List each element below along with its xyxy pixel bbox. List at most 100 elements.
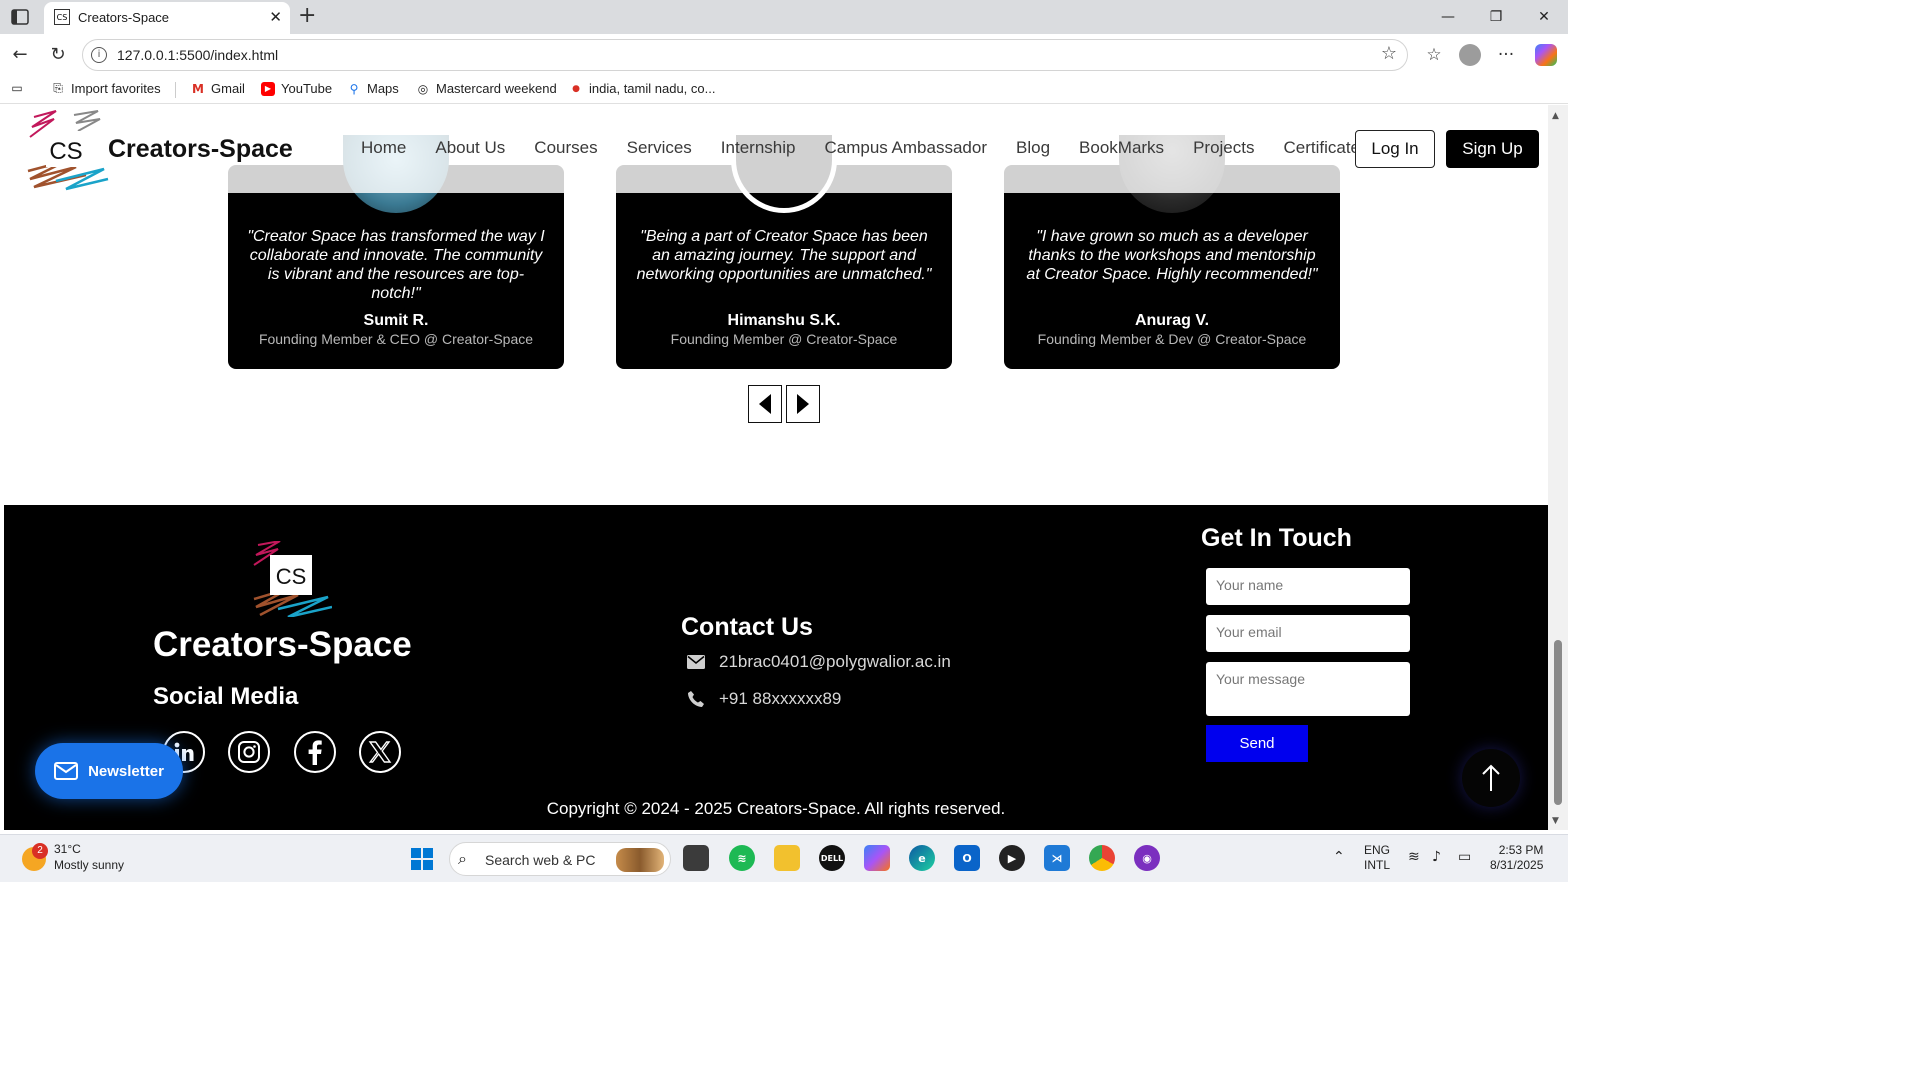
scroll-down-arrow-icon[interactable]: ▼ [1552,816,1559,826]
nav-blog[interactable]: Blog [1016,138,1050,158]
contact-email[interactable]: 21brac0401@polygwalior.ac.in [687,652,951,672]
copyright-text: Copyright © 2024 - 2025 Creators-Space. … [546,799,1006,818]
contact-message-textarea[interactable]: Your message [1206,662,1410,716]
vscode-icon[interactable]: ⋊ [1044,845,1070,871]
close-tab-icon[interactable]: ✕ [269,8,282,26]
send-button[interactable]: Send [1206,725,1308,762]
favorites-icon[interactable]: ☆ [1422,43,1446,67]
site-info-icon[interactable]: i [91,47,107,63]
footer-brand: Creators-Space [153,625,412,664]
login-button[interactable]: Log In [1355,130,1435,168]
bookmarks-bar: ▭ ⎘ Import favorites M Gmail ▶ YouTube ⚲ Map… [0,76,1568,104]
contact-email-input[interactable]: Your email [1206,615,1410,652]
profile-icon[interactable] [1458,43,1482,67]
site-brand[interactable]: Creators-Space [108,135,293,164]
bookmark-separator [175,82,176,98]
nav-services[interactable]: Services [627,138,692,158]
page-viewport: "Creator Space has transformed the way I… [4,105,1548,830]
nav-bookmarks[interactable]: BookMarks [1079,138,1164,158]
reload-icon[interactable]: ↻ [46,42,70,66]
contact-phone[interactable]: +91 88xxxxxx89 [687,689,841,709]
nav-about-us[interactable]: About Us [435,138,505,158]
signup-button[interactable]: Sign Up [1446,130,1539,168]
copilot-icon[interactable] [1534,43,1558,67]
carousel-next-button[interactable] [786,385,820,423]
nav-courses[interactable]: Courses [534,138,597,158]
arrow-right-icon [797,394,809,414]
tab-title: Creators-Space [78,10,170,25]
bookmark-import-favorites[interactable]: ⎘ Import favorites [51,81,160,96]
file-explorer-icon[interactable] [774,845,800,871]
contact-name-input[interactable]: Your name [1206,568,1410,605]
bookmark-india-search[interactable]: ● india, tamil nadu, co... [569,81,715,96]
more-menu-icon[interactable]: ··· [1494,43,1518,67]
window-controls: — ❐ ✕ [1424,0,1568,34]
envelope-icon [687,655,705,669]
page-scrollbar[interactable]: ▲ ▼ [1548,105,1568,830]
restore-icon[interactable]: ❐ [1472,0,1520,34]
close-window-icon[interactable]: ✕ [1520,0,1568,34]
github-desktop-icon[interactable]: ◉ [1134,845,1160,871]
testimonial-name: Himanshu S.K. [727,312,841,329]
back-icon[interactable]: ← [8,42,32,66]
carousel-prev-button[interactable] [748,385,782,423]
chrome-icon[interactable] [1089,845,1115,871]
address-url: 127.0.0.1:5500/index.html [117,47,279,63]
windows-start-icon[interactable] [410,847,434,871]
taskbar-search-text: Search web & PC [485,852,596,868]
copilot-app-icon[interactable] [864,845,890,871]
site-footer: CS Creators-Space Social Media Newslette… [4,505,1548,830]
dell-icon[interactable]: DELL [819,845,845,871]
language-indicator[interactable]: ENG INTL [1364,843,1390,873]
bookmark-toggle-icon[interactable]: ▭ [10,81,24,95]
site-logo[interactable]: CS [26,109,110,191]
battery-icon[interactable]: ▭ [1458,849,1471,865]
testimonial-name: Anurag V. [1134,312,1210,329]
spotify-icon[interactable]: ≋ [729,845,755,871]
weather-widget[interactable]: 2 31°C Mostly sunny [22,841,124,873]
favorite-star-icon[interactable]: ☆ [1381,43,1397,64]
x-twitter-link[interactable] [359,731,401,773]
minimize-icon[interactable]: — [1424,0,1472,34]
volume-icon[interactable]: ♪ [1432,849,1441,865]
bookmark-mastercard[interactable]: ◎ Mastercard weekend [416,81,557,96]
clock[interactable]: 2:53 PM 8/31/2025 [1490,843,1543,873]
testimonial-quote: "I have grown so much as a developer tha… [1026,228,1318,283]
newsletter-button[interactable]: Newsletter [35,743,183,799]
edge-icon[interactable]: e [909,845,935,871]
testimonial-card: "Being a part of Creator Space has been … [616,135,952,369]
bookmark-youtube[interactable]: ▶ YouTube [261,81,332,96]
bookmark-maps[interactable]: ⚲ Maps [347,81,399,96]
contact-us-title: Contact Us [681,613,813,641]
nav-internship[interactable]: Internship [721,138,796,158]
nav-home[interactable]: Home [361,138,406,158]
taskbar-search[interactable]: ⌕ Search web & PC [449,842,671,876]
windows-taskbar: 2 31°C Mostly sunny ⌕ Search web & PC ≋ … [0,834,1568,882]
media-player-icon[interactable]: ▶ [999,845,1025,871]
arrow-up-icon [1482,764,1500,791]
youtube-icon: ▶ [261,81,275,96]
tab-actions-icon[interactable] [10,7,30,27]
bookmark-gmail[interactable]: M Gmail [191,81,245,96]
mail-icon [54,762,79,780]
facebook-link[interactable] [294,731,336,773]
new-tab-icon[interactable]: + [298,3,316,28]
show-hidden-icons[interactable]: ⌃ [1333,849,1345,865]
address-input[interactable]: i 127.0.0.1:5500/index.html ☆ [82,39,1408,71]
arrow-left-icon [759,394,771,414]
nav-campus-ambassador[interactable]: Campus Ambassador [824,138,987,158]
task-view-icon[interactable] [683,845,709,871]
wifi-icon[interactable]: ≋ [1408,849,1420,865]
social-media-title: Social Media [153,683,299,710]
maps-pin-icon: ⚲ [349,81,359,96]
outlook-icon[interactable]: O [954,845,980,871]
contact-phone-text: +91 88xxxxxx89 [719,689,842,708]
flame-icon: ● [572,83,580,94]
instagram-icon [238,741,260,763]
scrollbar-thumb[interactable] [1554,640,1562,805]
gmail-icon: M [192,81,204,96]
instagram-link[interactable] [228,731,270,773]
nav-projects[interactable]: Projects [1193,138,1254,158]
scroll-up-arrow-icon[interactable]: ▲ [1552,111,1559,121]
browser-tab-active[interactable]: CS Creators-Space ✕ [44,2,290,34]
